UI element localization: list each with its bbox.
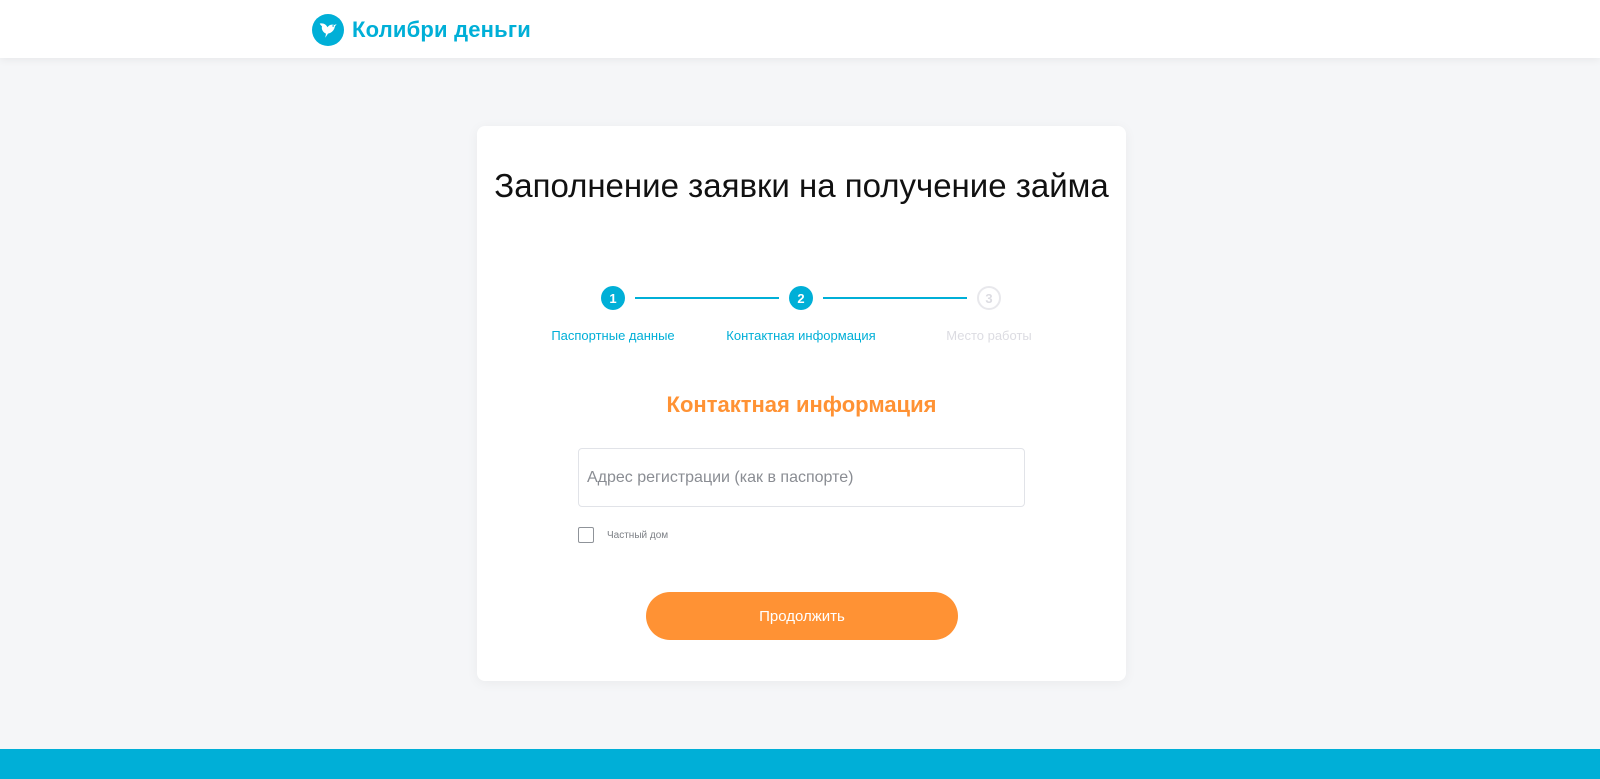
step-1-label: Паспортные данные <box>551 328 675 343</box>
hummingbird-icon <box>312 14 344 46</box>
step-2-connector <box>823 297 967 299</box>
section-title: Контактная информация <box>666 392 937 417</box>
progress-stepper: 1 2 3 Паспортные данные Контактная инфор… <box>477 286 1126 356</box>
step-2-circle: 2 <box>789 286 813 310</box>
private-house-label: Частный дом <box>607 529 669 541</box>
continue-button[interactable]: Продолжить <box>646 592 958 640</box>
brand-logo[interactable]: Колибри деньги <box>312 14 531 46</box>
private-house-checkbox[interactable] <box>578 527 594 543</box>
loan-application-card: Заполнение заявки на получение займа 1 2… <box>477 126 1126 681</box>
footer-bar <box>0 749 1600 779</box>
top-header: Колибри деньги <box>0 0 1600 58</box>
page-title: Заполнение заявки на получение займа <box>494 167 1109 204</box>
step-3-label: Место работы <box>946 328 1032 343</box>
step-1-connector <box>635 297 779 299</box>
step-3-circle: 3 <box>977 286 1001 310</box>
step-1-circle: 1 <box>601 286 625 310</box>
brand-name: Колибри деньги <box>352 17 531 42</box>
registration-address-input[interactable] <box>578 448 1025 507</box>
step-2-label: Контактная информация <box>726 328 876 343</box>
private-house-option[interactable]: Частный дом <box>578 526 668 544</box>
